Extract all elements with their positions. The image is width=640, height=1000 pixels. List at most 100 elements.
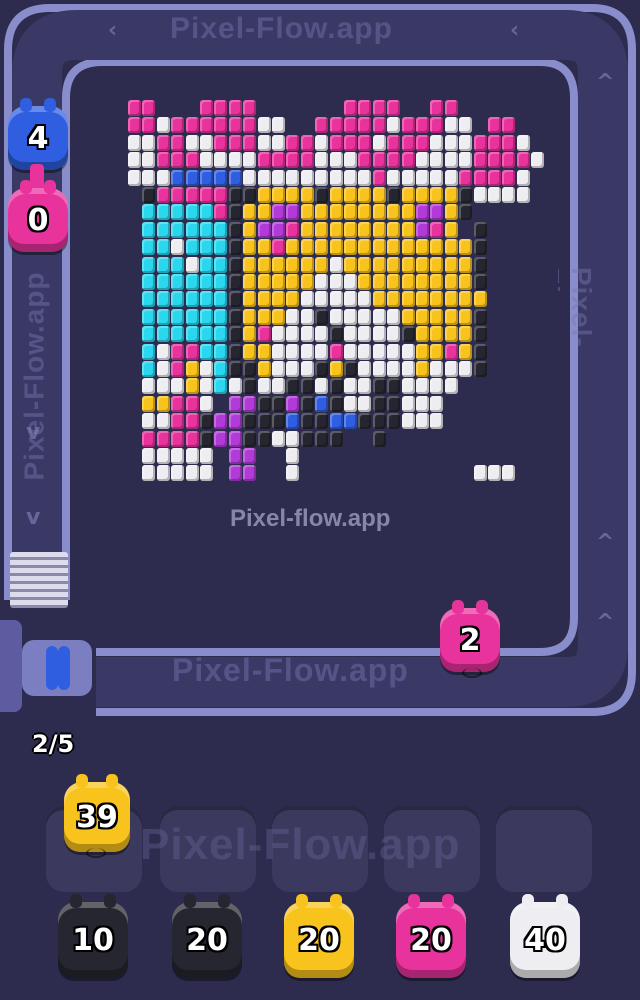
pixel-block bbox=[488, 187, 501, 203]
pixel-block bbox=[142, 395, 156, 412]
pixel-block bbox=[156, 221, 170, 238]
pixel-block bbox=[128, 100, 141, 116]
pixel-block bbox=[387, 100, 401, 116]
pixel-block bbox=[329, 152, 343, 169]
pixel-block bbox=[257, 187, 271, 203]
pixel-block bbox=[416, 343, 429, 360]
waiting-pig[interactable]: 20 bbox=[284, 894, 354, 978]
pixel-block bbox=[243, 448, 257, 464]
pixel-block bbox=[459, 274, 473, 290]
pixel-block bbox=[243, 239, 257, 256]
slot-pig[interactable]: 39 bbox=[64, 774, 130, 858]
pixel-block bbox=[315, 134, 329, 151]
pixel-block bbox=[315, 204, 329, 221]
pixel-block bbox=[185, 413, 199, 430]
pixel-block bbox=[286, 430, 300, 447]
pixel-block bbox=[444, 152, 458, 169]
pixel-block bbox=[488, 169, 501, 186]
pixel-block bbox=[228, 187, 242, 203]
pixel-block bbox=[171, 117, 185, 134]
pixel-block bbox=[200, 291, 213, 308]
pixel-block bbox=[444, 239, 458, 256]
pixel-block bbox=[257, 152, 271, 169]
pixel-block bbox=[473, 291, 487, 308]
pixel-block bbox=[372, 134, 386, 151]
pixel-block bbox=[358, 361, 372, 377]
pixel-block bbox=[473, 187, 487, 203]
slots-watermark: Pixel-Flow.app bbox=[140, 820, 461, 869]
track-pig[interactable]: 2 bbox=[440, 600, 500, 678]
pixel-block bbox=[243, 395, 257, 412]
pixel-block bbox=[171, 169, 185, 186]
pixel-block bbox=[358, 326, 372, 343]
pixel-block bbox=[200, 100, 213, 116]
pixel-block bbox=[372, 239, 386, 256]
pixel-block bbox=[142, 187, 156, 203]
pixel-block bbox=[300, 169, 314, 186]
pixel-block bbox=[142, 465, 156, 482]
pixel-block bbox=[243, 187, 257, 203]
pixel-block bbox=[430, 378, 444, 395]
pixel-block bbox=[430, 291, 444, 308]
pixel-block bbox=[171, 239, 185, 256]
pixel-block bbox=[214, 378, 228, 395]
pixel-block bbox=[156, 239, 170, 256]
pixel-block bbox=[228, 308, 242, 325]
pixel-block bbox=[171, 152, 185, 169]
pixel-block bbox=[344, 343, 357, 360]
pixel-block bbox=[430, 169, 444, 186]
pixel-block bbox=[257, 395, 271, 412]
pixel-block bbox=[416, 361, 429, 377]
pixel-block bbox=[344, 221, 357, 238]
pixel-block bbox=[272, 221, 285, 238]
pixel-block bbox=[228, 326, 242, 343]
pixel-block bbox=[329, 361, 343, 377]
pixel-block bbox=[243, 343, 257, 360]
pixel-block bbox=[444, 291, 458, 308]
pixel-block bbox=[228, 239, 242, 256]
pixel-block bbox=[142, 239, 156, 256]
pixel-block bbox=[200, 326, 213, 343]
slot-5[interactable] bbox=[496, 806, 592, 892]
pixel-block bbox=[387, 326, 401, 343]
pixel-block bbox=[214, 169, 228, 186]
track-pig[interactable]: 4 bbox=[8, 98, 68, 170]
pixel-block bbox=[401, 134, 415, 151]
pixel-block bbox=[228, 378, 242, 395]
pixel-block bbox=[459, 256, 473, 273]
waiting-pig[interactable]: 10 bbox=[58, 894, 128, 978]
pixel-block bbox=[329, 378, 343, 395]
pixel-block bbox=[444, 117, 458, 134]
pixel-block bbox=[372, 343, 386, 360]
pixel-block bbox=[315, 239, 329, 256]
pixel-block bbox=[329, 204, 343, 221]
pixel-block bbox=[286, 378, 300, 395]
pixel-block bbox=[401, 308, 415, 325]
waiting-pig[interactable]: 40 bbox=[510, 894, 580, 978]
pixel-block bbox=[214, 134, 228, 151]
pixel-block bbox=[387, 378, 401, 395]
pixel-block bbox=[430, 117, 444, 134]
pixel-block bbox=[272, 117, 285, 134]
pixel-block bbox=[516, 152, 530, 169]
pixel-block bbox=[329, 134, 343, 151]
pixel-block bbox=[257, 361, 271, 377]
pixel-block bbox=[401, 413, 415, 430]
pixel-block bbox=[185, 187, 199, 203]
pixel-block bbox=[128, 152, 141, 169]
pixel-block bbox=[214, 187, 228, 203]
pixel-block bbox=[171, 291, 185, 308]
track-pig[interactable]: 0 bbox=[8, 180, 68, 252]
pixel-block bbox=[416, 308, 429, 325]
pixel-block bbox=[286, 326, 300, 343]
pixel-block bbox=[473, 308, 487, 325]
pixel-block bbox=[473, 465, 487, 482]
pixel-block bbox=[156, 169, 170, 186]
pixel-block bbox=[200, 117, 213, 134]
pixel-block bbox=[416, 187, 429, 203]
waiting-pig[interactable]: 20 bbox=[172, 894, 242, 978]
pixel-block bbox=[488, 134, 501, 151]
pixel-block bbox=[272, 326, 285, 343]
waiting-pig[interactable]: 20 bbox=[396, 894, 466, 978]
pixel-block bbox=[272, 430, 285, 447]
